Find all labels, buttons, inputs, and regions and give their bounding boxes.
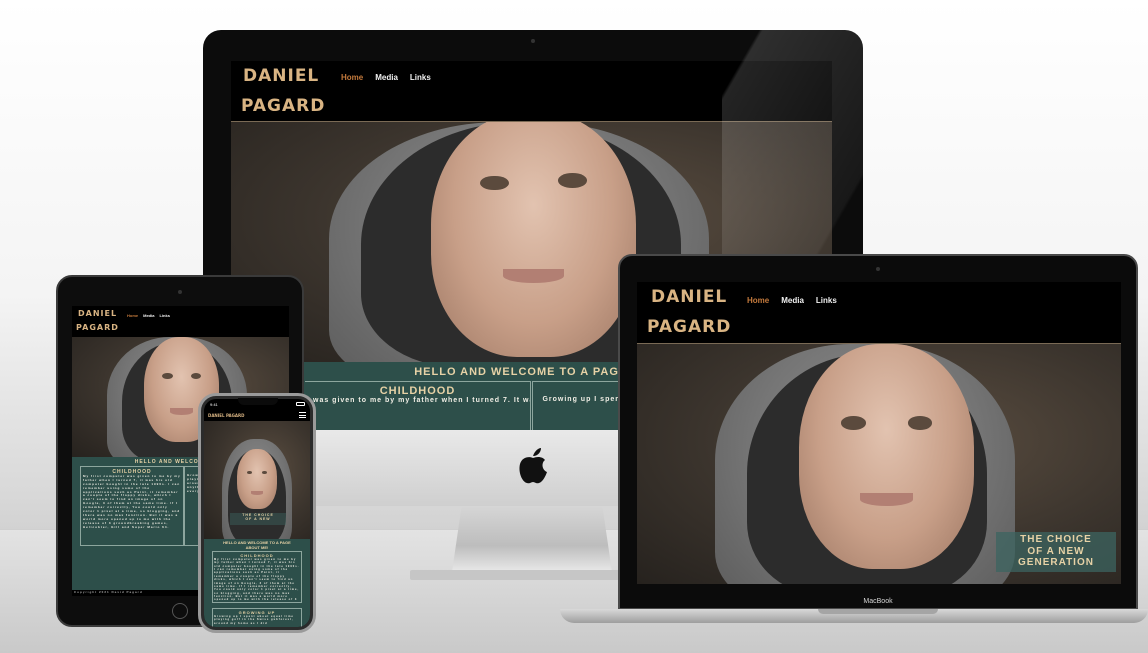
- imac-stand: [452, 506, 612, 572]
- site-logo[interactable]: DANIEL PAGARD: [241, 66, 326, 118]
- macbook-notch: [818, 609, 938, 614]
- iphone-notch: [238, 398, 278, 405]
- mouth: [860, 492, 913, 506]
- imac-foot: [410, 570, 620, 580]
- choice-overlay: THE CHOICE OF A NEW GENERATION: [996, 532, 1116, 572]
- site-logo[interactable]: DANIEL PAGARD: [76, 309, 119, 333]
- left-eye: [162, 372, 173, 379]
- mouth: [502, 268, 565, 284]
- nav-media-link[interactable]: Media: [143, 313, 154, 318]
- left-eye: [246, 470, 253, 475]
- growing-card-text: Growing up I spent about equal time play…: [214, 615, 294, 625]
- mouth: [170, 408, 193, 415]
- logo-line-2: PAGARD: [76, 323, 119, 332]
- ipad-home-button: [172, 603, 188, 619]
- childhood-card: CHILDHOOD My first computer was given to…: [212, 551, 302, 603]
- site-header: DANIEL PAGARD: [204, 409, 310, 421]
- welcome-heading-line-2: ABOUT ME!: [245, 545, 269, 550]
- site-header: DANIEL PAGARD Home Media Links: [637, 282, 1121, 342]
- face-shape: [431, 122, 636, 357]
- logo-line-2: PAGARD: [647, 317, 732, 338]
- left-eye: [841, 416, 866, 430]
- nav-links-link[interactable]: Links: [159, 313, 169, 318]
- face-shape: [237, 449, 277, 509]
- logo-line-2: PAGARD: [225, 413, 245, 418]
- nav-media-link[interactable]: Media: [375, 73, 398, 82]
- site-header: DANIEL PAGARD Home Media Links: [72, 306, 289, 336]
- site-logo[interactable]: DANIEL PAGARD: [208, 413, 244, 418]
- logo-line-1: DANIEL: [78, 309, 118, 318]
- nav-links-link[interactable]: Links: [816, 296, 837, 305]
- logo-line-2: PAGARD: [241, 96, 326, 117]
- mouth: [251, 491, 263, 495]
- iphone-screen: 9:41 DANIEL PAGARD THE CHOICE OF A NEW H…: [204, 399, 310, 627]
- choice-line-2: OF A NEW: [245, 517, 271, 522]
- logo-line-1: DANIEL: [243, 66, 320, 86]
- logo-line-1: DANIEL: [651, 287, 728, 307]
- site-nav: Home Media Links: [341, 73, 431, 82]
- macbook-camera: [876, 267, 880, 271]
- apple-logo-icon: [519, 448, 547, 484]
- hamburger-menu-icon[interactable]: [299, 412, 306, 418]
- welcome-section: HELLO AND WELCOME TO A PAGE ABOUT ME! CH…: [204, 539, 310, 627]
- right-eye: [907, 416, 932, 430]
- nav-home-link[interactable]: Home: [747, 296, 769, 305]
- imac-camera: [531, 39, 535, 43]
- right-eye: [558, 173, 587, 188]
- nav-home-link[interactable]: Home: [127, 313, 138, 318]
- choice-overlay: THE CHOICE OF A NEW: [230, 513, 286, 525]
- hero-image: THE CHOICE OF A NEW: [204, 421, 310, 539]
- site-nav: Home Media Links: [747, 296, 837, 305]
- childhood-card: CHILDHOOD was given to me by my father w…: [305, 381, 531, 430]
- nav-home-link[interactable]: Home: [341, 73, 363, 82]
- right-eye: [190, 372, 201, 379]
- face-shape: [799, 344, 974, 569]
- macbook-label: MacBook: [863, 598, 893, 605]
- macbook-screen: DANIEL PAGARD Home Media Links THE CHOIC…: [637, 282, 1121, 584]
- choice-line-3: GENERATION: [1018, 557, 1094, 568]
- childhood-card-title: CHILDHOOD: [379, 385, 456, 397]
- nav-links-link[interactable]: Links: [410, 73, 431, 82]
- right-eye: [261, 470, 268, 475]
- battery-icon: [296, 402, 305, 406]
- site-logo[interactable]: DANIEL PAGARD: [647, 287, 731, 339]
- childhood-card-text: My first computer was given to me by my …: [83, 474, 181, 529]
- status-time: 9:41: [210, 402, 218, 407]
- childhood-card-text: was given to me by my father when I turn…: [313, 397, 530, 404]
- left-eye: [480, 175, 509, 191]
- ipad-camera: [178, 290, 182, 294]
- nav-media-link[interactable]: Media: [781, 296, 804, 305]
- growing-card: GROWING UP Growing up I spent about equa…: [212, 608, 302, 627]
- hero-image: THE CHOICE OF A NEW GENERATION: [637, 344, 1121, 584]
- site-nav: Home Media Links: [127, 313, 170, 318]
- choice-line-2: OF A NEW: [1027, 545, 1085, 557]
- footer-copyright: Copyright 2021 David Pagard: [74, 590, 143, 594]
- childhood-card-text: My first computer was given to me by my …: [214, 558, 300, 602]
- logo-line-1: DANIEL: [208, 413, 225, 418]
- childhood-card: CHILDHOOD My first computer was given to…: [80, 466, 184, 546]
- choice-line-1: THE CHOICE: [1020, 534, 1092, 545]
